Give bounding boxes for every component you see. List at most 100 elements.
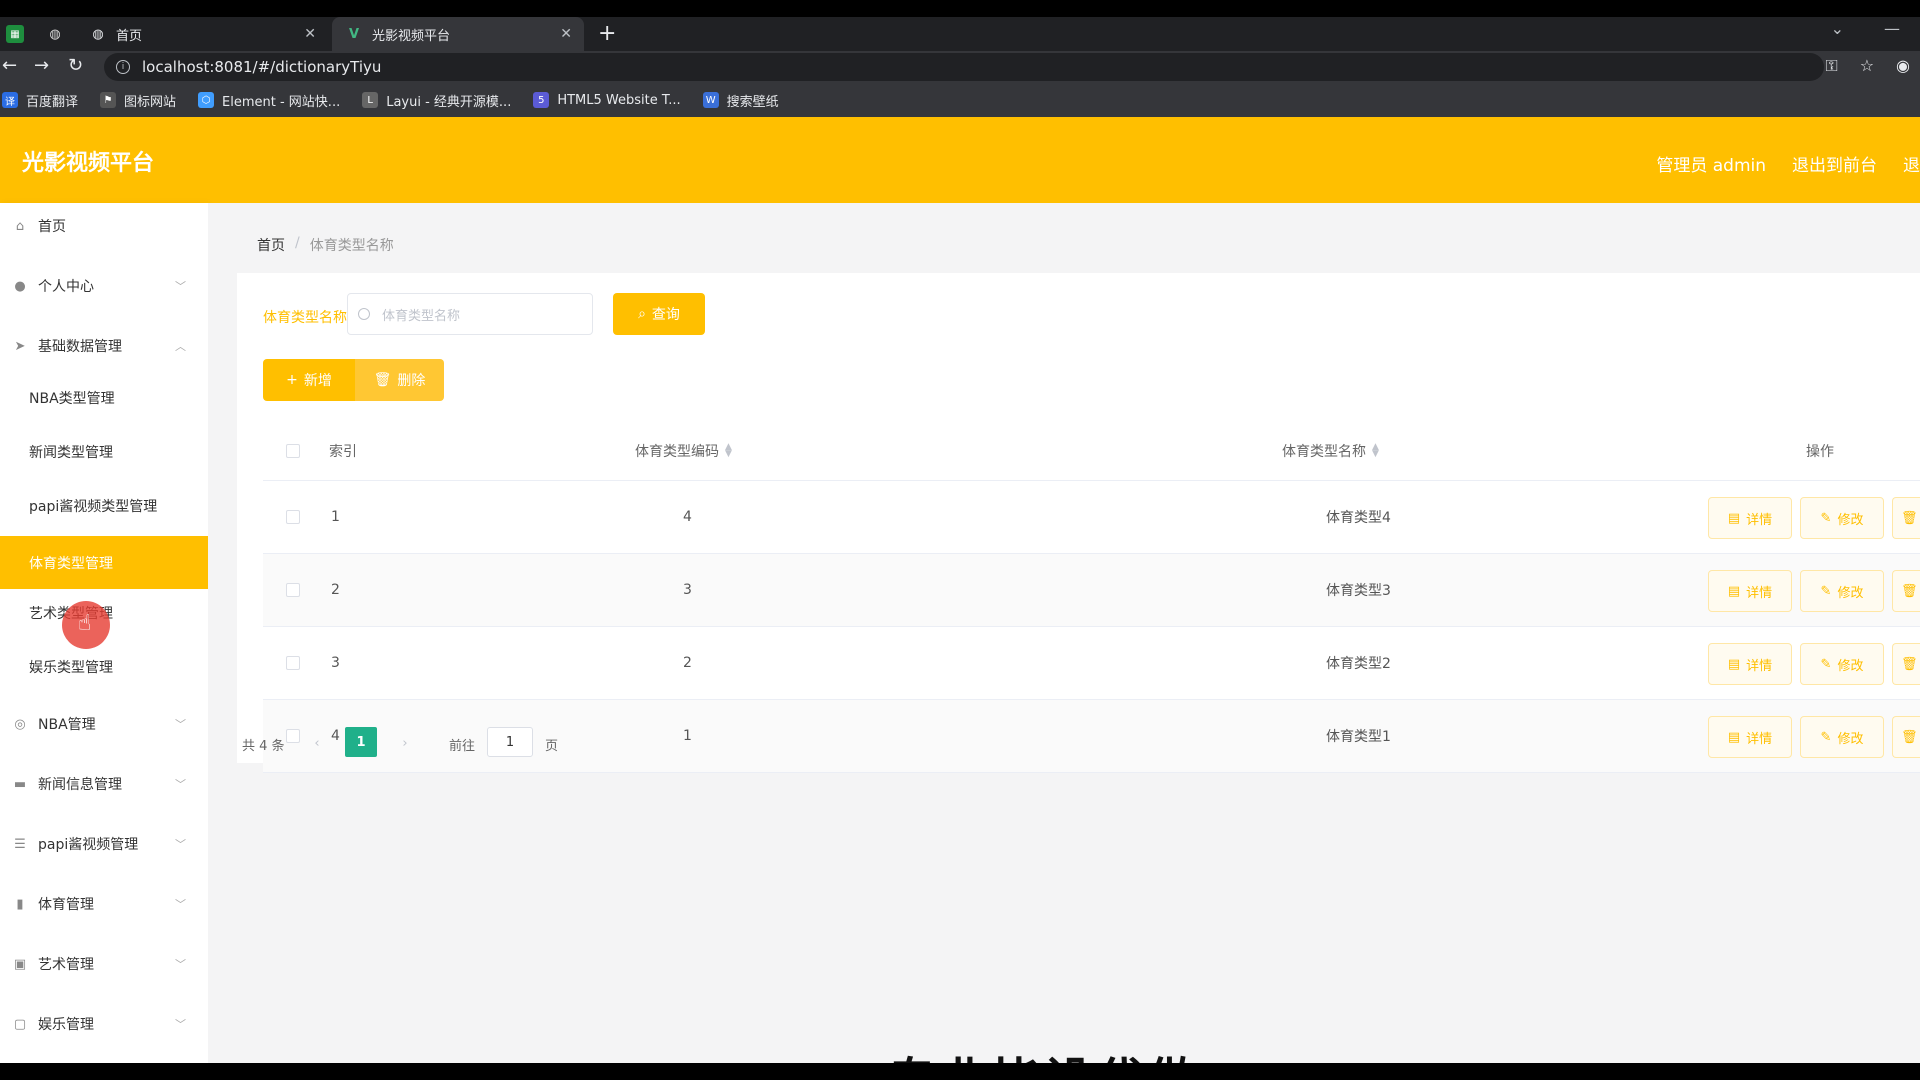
row-checkbox[interactable] [286, 583, 300, 597]
edit-button[interactable]: ✎ 修改 [1800, 497, 1884, 539]
app-title: 光影视频平台 [22, 151, 155, 176]
detail-button[interactable]: ▤ 详情 [1708, 570, 1792, 612]
row-checkbox[interactable] [286, 510, 300, 524]
browser-tabstrip: ▦ ◍ ◍ 首页 ✕ V 光影视频平台 ✕ + ⌄ — [0, 17, 1920, 51]
bookmark-item[interactable]: L Layui - 经典开源模... [362, 91, 511, 110]
close-icon[interactable]: ✕ [304, 26, 316, 42]
chevron-left-icon[interactable]: ‹ [302, 729, 332, 757]
sidebar-item-news[interactable]: ▬ 新闻信息管理 ﹀ [0, 761, 208, 807]
browser-toolbar: ← → ↻ i localhost:8081/#/dictionaryTiyu … [0, 51, 1920, 83]
sort-icon[interactable]: ▲ ▼ [1372, 442, 1379, 458]
row-checkbox[interactable] [286, 656, 300, 670]
element-icon: ⬡ [198, 92, 215, 108]
bookmark-item[interactable]: W 搜索壁纸 [702, 91, 779, 110]
chevron-right-icon[interactable]: › [390, 729, 420, 757]
info-icon[interactable]: i [116, 60, 130, 74]
sidebar-subitem-papi-type[interactable]: papi酱视频类型管理 [0, 483, 208, 529]
sort-icon[interactable]: ▲ ▼ [725, 442, 732, 458]
edit-button[interactable]: ✎ 修改 [1800, 643, 1884, 685]
row-name: 体育类型4 [1326, 510, 1391, 526]
sidebar-item-nba[interactable]: ◎ NBA管理 ﹀ [0, 701, 208, 747]
new-tab-icon[interactable]: + [598, 21, 616, 46]
search-input[interactable]: 体育类型名称 [347, 293, 593, 335]
sidebar-item-personal[interactable]: ● 个人中心 ﹀ [0, 263, 208, 309]
row-delete-button[interactable]: 🗑 [1892, 497, 1920, 539]
globe-icon[interactable]: ◍ [46, 25, 64, 43]
chevron-down-icon: ﹀ [175, 778, 186, 791]
tab-home[interactable]: ◍ 首页 ✕ [76, 17, 328, 51]
query-button[interactable]: ⌕ 查询 [613, 293, 705, 335]
chevron-down-icon: ﹀ [175, 898, 186, 911]
sidebar-subitem-sports-type[interactable]: 体育类型管理 [0, 536, 208, 589]
tab-platform[interactable]: V 光影视频平台 ✕ [332, 17, 584, 51]
bookmark-item[interactable]: ⬡ Element - 网站快... [198, 91, 340, 110]
back-icon[interactable]: ← [2, 55, 17, 76]
page-number-active[interactable]: 1 [345, 727, 377, 757]
chat-icon: ▢ [13, 1016, 27, 1032]
chevron-down-icon: ﹀ [175, 1018, 186, 1031]
document-icon: ▤ [1727, 729, 1741, 745]
trash-icon: 🗑 [1901, 729, 1918, 745]
edit-button[interactable]: ✎ 修改 [1800, 716, 1884, 758]
header-name[interactable]: 体育类型名称 ▲ ▼ [1282, 421, 1379, 480]
sidebar-item-sports[interactable]: ▮ 体育管理 ﹀ [0, 881, 208, 927]
layui-icon: L [362, 92, 379, 108]
row-delete-button[interactable]: 🗑 [1892, 570, 1920, 612]
row-code: 2 [683, 655, 692, 671]
sidebar-item-papi[interactable]: ☰ papi酱视频管理 ﹀ [0, 821, 208, 867]
search-icon [358, 308, 370, 320]
row-index: 2 [331, 582, 340, 598]
key-icon[interactable]: ⚿ [1826, 56, 1838, 76]
breadcrumb: 首页 / 体育类型名称 [257, 235, 394, 255]
reload-icon[interactable]: ↻ [68, 55, 83, 76]
close-icon[interactable]: ✕ [560, 26, 572, 42]
app-icon[interactable]: ▦ [6, 25, 24, 43]
forward-icon[interactable]: → [34, 55, 49, 76]
breadcrumb-home[interactable]: 首页 [257, 235, 285, 255]
sidebar-subitem-ent-type[interactable]: 娱乐类型管理 [0, 644, 208, 690]
delete-button[interactable]: 🗑 删除 [355, 359, 444, 401]
sidebar-subitem-news-type[interactable]: 新闻类型管理 [0, 429, 208, 475]
sidebar-item-art[interactable]: ▣ 艺术管理 ﹀ [0, 941, 208, 987]
add-button[interactable]: + 新增 [263, 359, 355, 401]
profile-icon[interactable]: ◉ [1896, 56, 1910, 76]
translate-icon: 译 [2, 92, 18, 108]
bookmark-item[interactable]: 译百度翻译 [2, 91, 78, 110]
row-name: 体育类型2 [1326, 656, 1391, 672]
header-index: 索引 [329, 443, 357, 460]
address-bar[interactable]: i localhost:8081/#/dictionaryTiyu [104, 53, 1824, 81]
pen-icon: ✎ [1820, 729, 1832, 745]
star-icon[interactable]: ☆ [1860, 56, 1874, 76]
row-index: 1 [331, 509, 340, 525]
row-delete-button[interactable]: 🗑 [1892, 643, 1920, 685]
detail-button[interactable]: ▤ 详情 [1708, 497, 1792, 539]
sidebar-item-basic[interactable]: ➤ 基础数据管理 ︿ [0, 323, 208, 369]
bookmark-item[interactable]: 5 HTML5 Website T... [533, 92, 681, 108]
page-jump-input[interactable]: 1 [487, 727, 533, 757]
table-row: 2 3 体育类型3 ▤ 详情 ✎ 修改 🗑 [263, 554, 1920, 627]
edit-button[interactable]: ✎ 修改 [1800, 570, 1884, 612]
detail-button[interactable]: ▤ 详情 [1708, 643, 1792, 685]
header-code[interactable]: 体育类型编码 ▲ ▼ [635, 421, 732, 480]
logout-link[interactable]: 退 [1903, 151, 1920, 176]
sidebar-item-ent[interactable]: ▢ 娱乐管理 ﹀ [0, 1001, 208, 1047]
trash-icon: 🗑 [373, 372, 392, 388]
sidebar: ⌂ 首页 ● 个人中心 ﹀ ➤ 基础数据管理 ︿ NBA类型管理 新闻类型管理 … [0, 203, 208, 1063]
back-to-front-link[interactable]: 退出到前台 [1792, 151, 1877, 176]
bookmark-item[interactable]: ⚑ 图标网站 [100, 91, 176, 110]
flag-icon: ⚑ [100, 92, 117, 108]
hand-cursor-icon: ☝ [78, 611, 92, 636]
row-checkbox[interactable] [286, 729, 300, 743]
row-name: 体育类型3 [1326, 583, 1391, 599]
bookmarks-bar: 译百度翻译 ⚑ 图标网站 ⬡ Element - 网站快... L Layui - 经… [0, 83, 1920, 117]
chevron-down-icon[interactable]: ⌄ [1831, 19, 1844, 38]
document-icon: ▤ [1727, 656, 1741, 672]
row-delete-button[interactable]: 🗑 [1892, 716, 1920, 758]
sidebar-subitem-nba-type[interactable]: NBA类型管理 [0, 375, 208, 421]
search-label: 体育类型名称 [263, 310, 347, 326]
send-icon: ➤ [14, 338, 26, 354]
select-all-checkbox[interactable] [286, 443, 300, 458]
minimize-icon[interactable]: — [1884, 19, 1900, 38]
sidebar-item-home[interactable]: ⌂ 首页 [0, 203, 208, 249]
detail-button[interactable]: ▤ 详情 [1708, 716, 1792, 758]
